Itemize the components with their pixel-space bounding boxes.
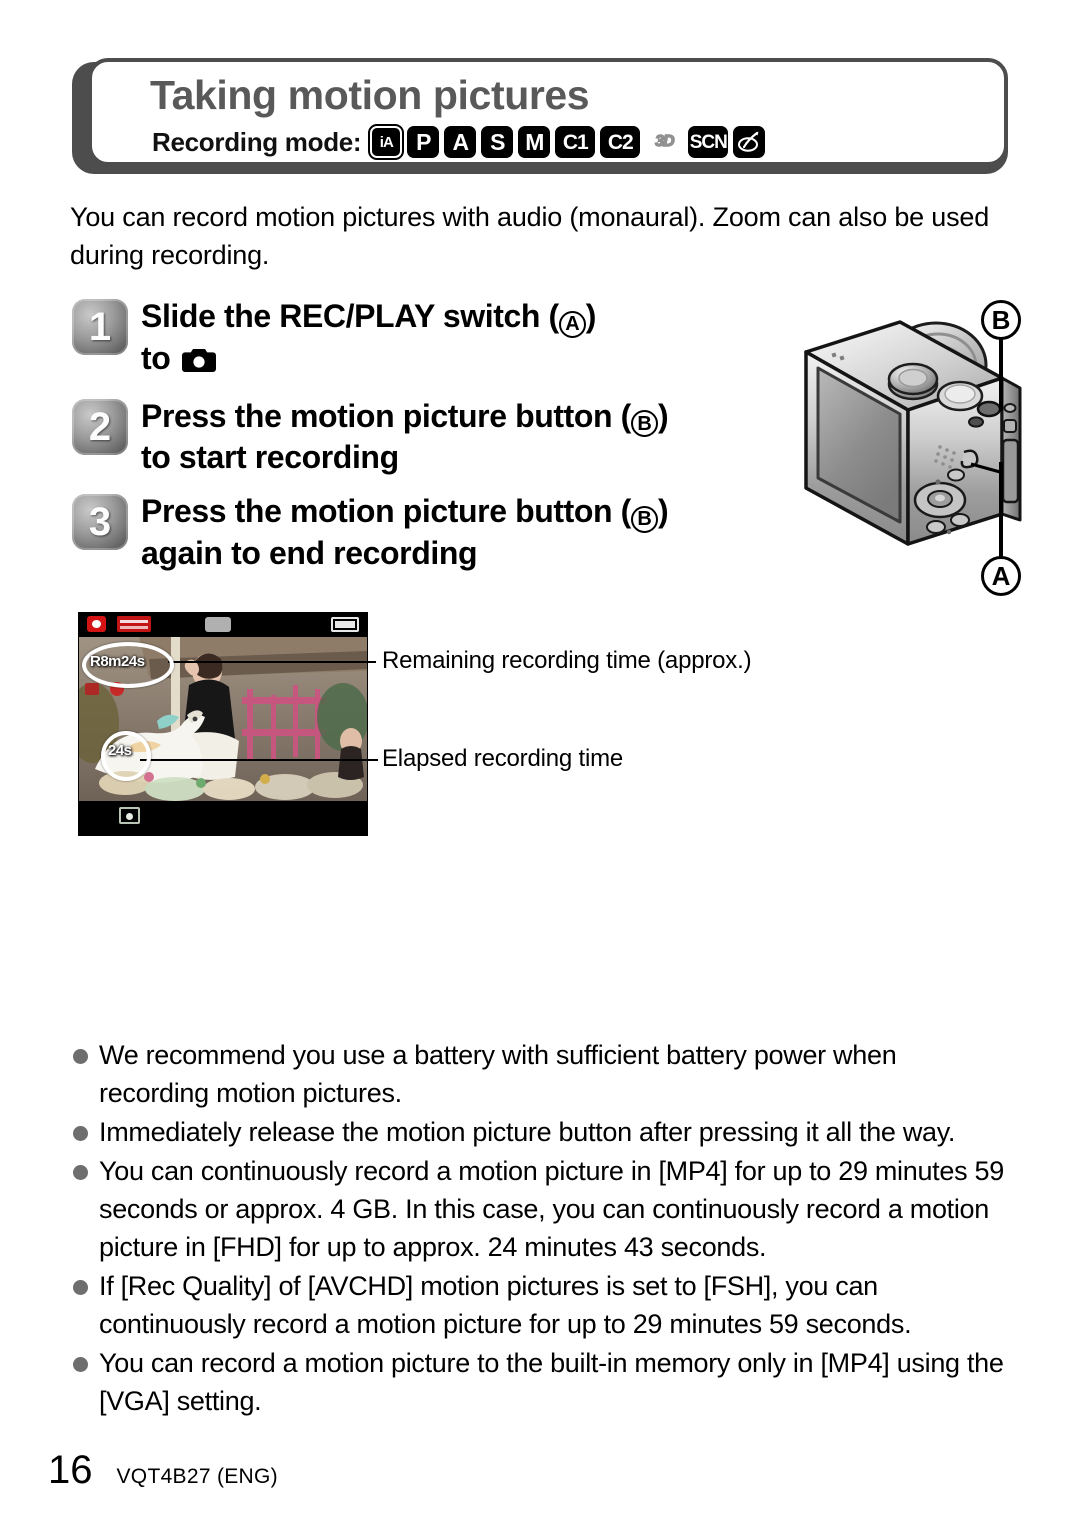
bullet-icon (73, 1357, 88, 1372)
note-item: Immediately release the motion picture b… (72, 1113, 1012, 1151)
step-3-line1-before: Press the motion picture button ( (141, 493, 631, 529)
step-text-3: Press the motion picture button (B) agai… (141, 490, 669, 574)
mode-icon-c2: C2 (600, 126, 641, 158)
step-number-1: 1 (88, 305, 112, 349)
intro-paragraph: You can record motion pictures with audi… (70, 202, 990, 270)
annotation-remaining-recording-time: Remaining recording time (approx.) (382, 647, 752, 674)
note-item: You can continuously record a motion pic… (72, 1152, 1012, 1266)
lcd-status-bar (79, 613, 367, 637)
step-2: 2 Press the motion picture button (B) to… (72, 395, 792, 479)
annotation-elapsed-recording-time: Elapsed recording time (382, 745, 624, 772)
callout-circle-b: B (981, 300, 1021, 340)
step-text-1: Slide the REC/PLAY switch (A) to (141, 295, 596, 383)
document-code: VQT4B27 (ENG) (116, 1465, 278, 1488)
note-text: You can continuously record a motion pic… (99, 1156, 1004, 1262)
circle-letter-a-step1: A (558, 310, 586, 338)
step-1-line2: to (141, 339, 179, 376)
camera-icon (181, 342, 216, 383)
lcd-bottom-bar (79, 801, 367, 835)
page-title: Taking motion pictures (150, 72, 590, 118)
callout-a-leader-line (999, 462, 1003, 558)
battery-icon (331, 617, 359, 632)
notes-list: We recommend you use a battery with suff… (72, 1036, 1012, 1421)
step-text-2: Press the motion picture button (B) to s… (141, 395, 669, 479)
mode-icon-s: S (481, 126, 514, 158)
leader-line-elapsed (140, 759, 378, 761)
step-3-line1-after: ) (657, 493, 669, 529)
mode-icon-creative-control (733, 126, 766, 158)
mode-icon-p: P (407, 126, 440, 158)
rec-indicator-icon (87, 616, 106, 632)
circle-letter-b-step2: B (630, 410, 658, 437)
bullet-icon (73, 1165, 88, 1180)
note-item: You can record a motion picture to the b… (72, 1344, 1012, 1420)
step-3: 3 Press the motion picture button (B) ag… (72, 490, 792, 574)
bullet-icon (73, 1049, 88, 1064)
header-box: Taking motion pictures Recording mode: i… (88, 58, 1008, 166)
callout-circle-a: A (981, 556, 1021, 596)
mode-icon-c1: C1 (555, 126, 596, 158)
step-number-2: 2 (88, 404, 112, 449)
page-number: 16 (48, 1448, 93, 1492)
page-header: Taking motion pictures Recording mode: i… (72, 58, 1008, 174)
bullet-icon (73, 1280, 88, 1295)
remaining-recording-time-value: R8m24s (90, 653, 145, 670)
steps-list: 1 Slide the REC/PLAY switch (A) to 2 Pre… (72, 295, 792, 586)
step-1: 1 Slide the REC/PLAY switch (A) to (72, 295, 792, 383)
page-footer: 16 VQT4B27 (ENG) (48, 1448, 278, 1493)
mode-icon-scn: SCN (688, 126, 729, 158)
mode-icon-3d: 3D (645, 126, 684, 158)
step-2-line1-after: ) (657, 397, 669, 434)
bullet-icon (73, 1126, 88, 1141)
note-text: Immediately release the motion picture b… (99, 1117, 956, 1147)
motion-picture-mode-icon (205, 617, 231, 632)
note-item: We recommend you use a battery with suff… (72, 1036, 1012, 1112)
note-text: You can record a motion picture to the b… (99, 1348, 1004, 1416)
circle-letter-b-step3: B (630, 505, 658, 533)
step-number-3: 3 (88, 500, 112, 544)
note-item: If [Rec Quality] of [AVCHD] motion pictu… (72, 1267, 1012, 1343)
step-1-line1-after: ) (585, 298, 597, 334)
step-3-line2: again to end recording (141, 534, 478, 571)
camera-illustration: B A (788, 292, 1068, 602)
step-number-badge-2: 2 (72, 398, 128, 455)
metering-mode-icon (119, 807, 140, 824)
recording-mode-label: Recording mode: (152, 126, 362, 157)
recording-mode-row: Recording mode: iA P A S M C1 C2 3D SCN (152, 124, 770, 160)
mode-icon-a: A (444, 126, 477, 158)
step-1-line1-before: Slide the REC/PLAY switch ( (141, 298, 559, 334)
step-number-badge-1: 1 (72, 299, 128, 355)
mode-icon-m: M (518, 126, 551, 158)
mode-icon-ia: iA (368, 124, 405, 160)
leader-line-remaining (168, 661, 376, 663)
callout-b-leader-line (999, 338, 1003, 411)
step-2-line2: to start recording (141, 439, 399, 475)
note-text: We recommend you use a battery with suff… (99, 1040, 897, 1108)
note-text: If [Rec Quality] of [AVCHD] motion pictu… (99, 1271, 912, 1339)
recording-quality-icon (117, 616, 151, 632)
elapsed-recording-time-value: 24s (108, 742, 132, 759)
step-2-line1-before: Press the motion picture button ( (141, 397, 631, 434)
lcd-screen-illustration: R8m24s 24s (78, 612, 368, 836)
step-number-badge-3: 3 (72, 494, 128, 550)
